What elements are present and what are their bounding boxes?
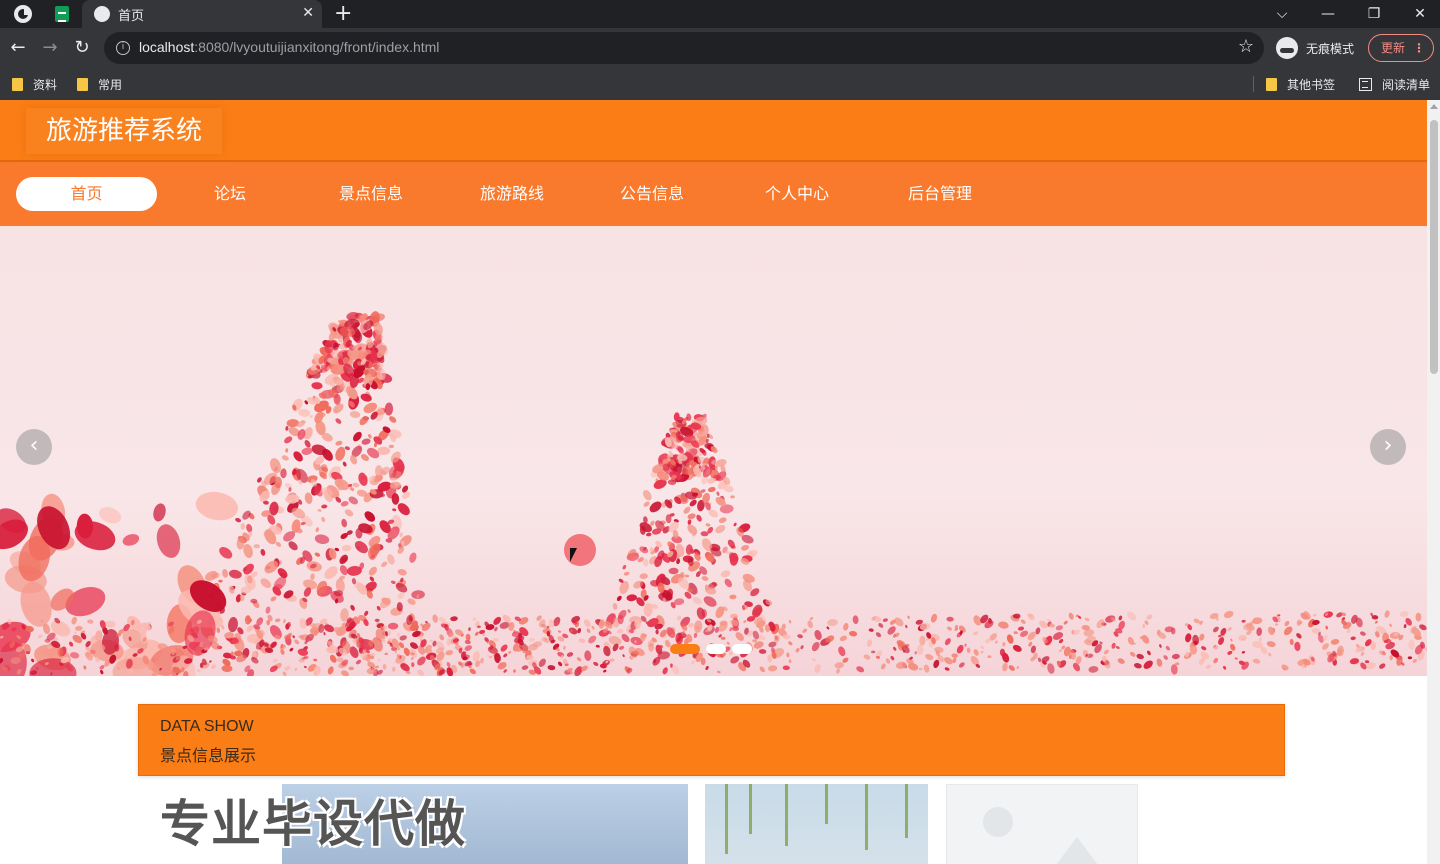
section-title-cn: 景点信息展示 xyxy=(160,746,257,765)
attraction-card-2[interactable] xyxy=(705,784,928,864)
carousel-dot-2[interactable] xyxy=(706,644,726,654)
close-tab-icon[interactable]: ✕ xyxy=(302,5,314,21)
carousel-dot-3[interactable] xyxy=(732,644,752,654)
url-text[interactable]: localhost:8080/lvyoutuijianxitong/front/… xyxy=(139,39,439,55)
image-placeholder-mountain xyxy=(1047,837,1107,864)
scrollbar-thumb[interactable] xyxy=(1430,120,1438,374)
page-scrollbar[interactable] xyxy=(1427,100,1440,864)
nav-item-home[interactable]: 首页 xyxy=(16,177,157,211)
site-header: 旅游推荐系统 xyxy=(0,100,1427,162)
update-label: 更新 xyxy=(1381,41,1406,55)
reading-list-icon xyxy=(1359,77,1372,91)
bookmarks-divider xyxy=(1253,76,1254,92)
tab-title: 首页 xyxy=(118,8,145,23)
willow-branch xyxy=(865,784,868,850)
bookmarks-bar: 资料 常用 其他书签 阅读清单 xyxy=(0,68,1440,100)
new-tab-button[interactable]: + xyxy=(334,1,352,26)
other-bookmarks[interactable]: 其他书签 xyxy=(1266,75,1335,93)
update-button[interactable]: 更新 ⋮ xyxy=(1368,34,1434,62)
willow-branch xyxy=(825,784,828,824)
attraction-card-3[interactable] xyxy=(946,784,1138,864)
spreadsheet-tab-icon[interactable] xyxy=(55,6,69,22)
close-window-button[interactable]: ✕ xyxy=(1406,0,1434,28)
globe-icon xyxy=(94,6,110,22)
browser-tab-active[interactable]: 首页 ✕ xyxy=(82,0,322,28)
nav-item-forum[interactable]: 论坛 xyxy=(190,177,270,211)
image-placeholder-icon xyxy=(983,807,1013,837)
willow-branch xyxy=(749,784,752,834)
willow-branch xyxy=(905,784,908,838)
tab-search-icon[interactable]: ⌵ xyxy=(1268,0,1296,28)
section-title-en: DATA SHOW xyxy=(160,718,254,735)
site-info-icon[interactable]: i xyxy=(116,41,130,55)
reload-icon[interactable]: ↻ xyxy=(70,36,94,60)
restore-button[interactable]: ❐ xyxy=(1360,0,1388,28)
nav-item-admin[interactable]: 后台管理 xyxy=(895,177,985,211)
forward-arrow-icon[interactable]: → xyxy=(38,36,62,60)
browser-toolbar: ← → ↻ i localhost:8080/lvyoutuijianxiton… xyxy=(0,28,1440,68)
mouse-cursor-icon xyxy=(570,548,577,562)
banner-carousel[interactable]: ‹ › xyxy=(0,226,1427,676)
menu-dots-icon[interactable]: ⋮ xyxy=(1413,35,1425,61)
bookmark-label: 资料 xyxy=(33,77,58,92)
back-arrow-icon[interactable]: ← xyxy=(6,36,30,60)
address-bar[interactable]: i localhost:8080/lvyoutuijianxitong/fron… xyxy=(104,32,1264,64)
folder-icon xyxy=(1266,77,1277,91)
rose-petals-image xyxy=(0,311,1427,676)
bookmark-label: 其他书签 xyxy=(1287,77,1336,92)
incognito-indicator[interactable]: 无痕模式 xyxy=(1276,34,1354,62)
bookmark-folder-ziliao[interactable]: 资料 xyxy=(12,75,57,93)
site-nav: 首页 论坛 景点信息 旅游路线 公告信息 个人中心 后台管理 xyxy=(0,162,1427,226)
carousel-indicators xyxy=(670,644,752,654)
mouse-cursor-highlight xyxy=(564,534,596,566)
nav-item-routes[interactable]: 旅游路线 xyxy=(467,177,557,211)
carousel-dot-1[interactable] xyxy=(670,644,700,654)
nav-item-attractions[interactable]: 景点信息 xyxy=(326,177,416,211)
minimize-button[interactable]: — xyxy=(1314,0,1342,28)
watermark-text: 专业毕设代做 xyxy=(160,795,466,853)
site-title[interactable]: 旅游推荐系统 xyxy=(26,108,223,154)
carousel-prev-button[interactable]: ‹ xyxy=(16,429,52,465)
carousel-next-button[interactable]: › xyxy=(1370,429,1406,465)
web-page: 旅游推荐系统 首页 论坛 景点信息 旅游路线 公告信息 个人中心 后台管理 ‹ … xyxy=(0,100,1427,864)
scroll-up-icon[interactable] xyxy=(1430,104,1438,109)
nav-item-profile[interactable]: 个人中心 xyxy=(752,177,842,211)
folder-icon xyxy=(77,77,88,91)
reading-list[interactable]: 阅读清单 xyxy=(1359,75,1430,93)
browser-profile-icon[interactable] xyxy=(14,5,32,23)
willow-branch xyxy=(785,784,788,846)
section-header: DATA SHOW 景点信息展示 xyxy=(138,704,1285,776)
nav-item-announcements[interactable]: 公告信息 xyxy=(607,177,697,211)
bookmark-label: 阅读清单 xyxy=(1382,77,1431,92)
bookmark-folder-changyong[interactable]: 常用 xyxy=(77,75,122,93)
browser-tab-strip: 首页 ✕ + ⌵ — ❐ ✕ xyxy=(0,0,1440,28)
bookmark-star-icon[interactable]: ☆ xyxy=(1238,36,1254,57)
bookmark-label: 常用 xyxy=(98,77,123,92)
incognito-label: 无痕模式 xyxy=(1306,41,1355,56)
willow-branch xyxy=(725,784,728,854)
incognito-icon xyxy=(1276,37,1298,59)
folder-icon xyxy=(12,77,23,91)
